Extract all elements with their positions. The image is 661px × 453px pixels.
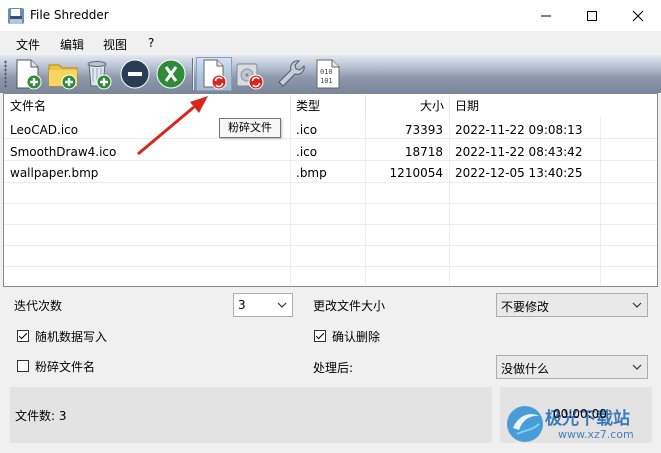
remove-item-icon[interactable] [119,58,151,90]
minimize-button[interactable] [523,0,569,31]
close-icon [632,10,644,21]
clear-list-icon[interactable] [155,58,187,90]
column-header-date[interactable]: 日期 [455,95,479,117]
chevron-down-icon [632,302,642,308]
watermark-url: www.xz7.com [558,428,634,441]
column-header-name[interactable]: 文件名 [10,95,46,117]
svg-text:101: 101 [320,77,333,85]
shred-free-space-icon[interactable] [234,58,266,90]
window-title: File Shredder [30,8,109,22]
menu-bar [0,31,661,55]
change-size-select[interactable]: 不要修改 [496,293,648,317]
add-folder-icon[interactable] [47,58,79,90]
row-name: SmoothDraw4.ico [10,145,117,159]
row-type: .ico [296,145,318,159]
column-header-size[interactable]: 大小 [420,95,444,117]
chevron-down-icon [277,302,287,308]
add-file-icon[interactable] [12,58,44,90]
after-label: 处理后: [313,361,354,375]
iterations-select[interactable]: 3 [233,293,293,317]
binary-file-icon[interactable]: 010 101 [312,58,344,90]
grid-line [4,266,657,267]
row-size: 1210054 [389,166,443,180]
maximize-button[interactable] [569,0,615,31]
menu-file[interactable]: 文件 [16,36,40,53]
app-icon [8,8,24,24]
menu-edit[interactable]: 编辑 [60,36,84,53]
shred-names-checkbox[interactable] [17,360,29,372]
row-type: .bmp [296,166,327,180]
row-size: 73393 [404,123,443,137]
status-panel [10,387,492,443]
chevron-down-icon [632,364,642,370]
add-recycle-bin-icon[interactable] [82,58,114,90]
settings-wrench-icon[interactable] [275,58,307,90]
column-divider[interactable] [365,95,366,117]
random-data-checkbox[interactable] [17,330,29,342]
tooltip: 粉碎文件 [219,118,281,138]
column-divider[interactable] [290,95,291,117]
column-divider[interactable] [449,95,450,117]
close-button[interactable] [615,0,661,31]
svg-text:010: 010 [320,68,333,76]
row-date: 2022-12-05 13:40:25 [455,166,583,180]
row-name: LeoCAD.ico [10,123,79,137]
menu-view[interactable]: 视图 [103,36,127,53]
minimize-icon [541,15,551,16]
iterations-value: 3 [238,298,246,312]
shred-files-icon[interactable] [198,58,230,90]
grid-line [4,203,657,204]
iterations-label: 迭代次数 [14,299,63,313]
row-size: 18718 [404,145,443,159]
annotation-arrow-icon [137,96,208,156]
change-size-value: 不要修改 [501,300,550,314]
elapsed-time: 00:00:00 [553,407,607,421]
confirm-delete-label[interactable]: 确认删除 [332,328,380,345]
file-count: 文件数: 3 [15,409,67,423]
shred-names-label[interactable]: 粉碎文件名 [35,358,95,375]
maximize-icon [587,10,597,21]
row-date: 2022-11-22 09:08:13 [455,123,583,137]
random-data-label[interactable]: 随机数据写入 [35,328,107,345]
row-date: 2022-11-22 08:43:42 [455,145,583,159]
menu-help[interactable]: ? [148,36,154,50]
toolbar-grip[interactable] [4,60,7,88]
column-header-type[interactable]: 类型 [296,95,320,117]
row-name: wallpaper.bmp [10,166,99,180]
after-action-select[interactable]: 没做什么 [496,355,648,379]
grid-line [4,245,657,246]
row-type: .ico [296,123,318,137]
after-action-value: 没做什么 [501,362,550,376]
toolbar-separator [192,58,194,90]
confirm-delete-checkbox[interactable] [314,330,326,342]
grid-line [4,224,657,225]
change-size-label: 更改文件大小 [313,299,386,313]
